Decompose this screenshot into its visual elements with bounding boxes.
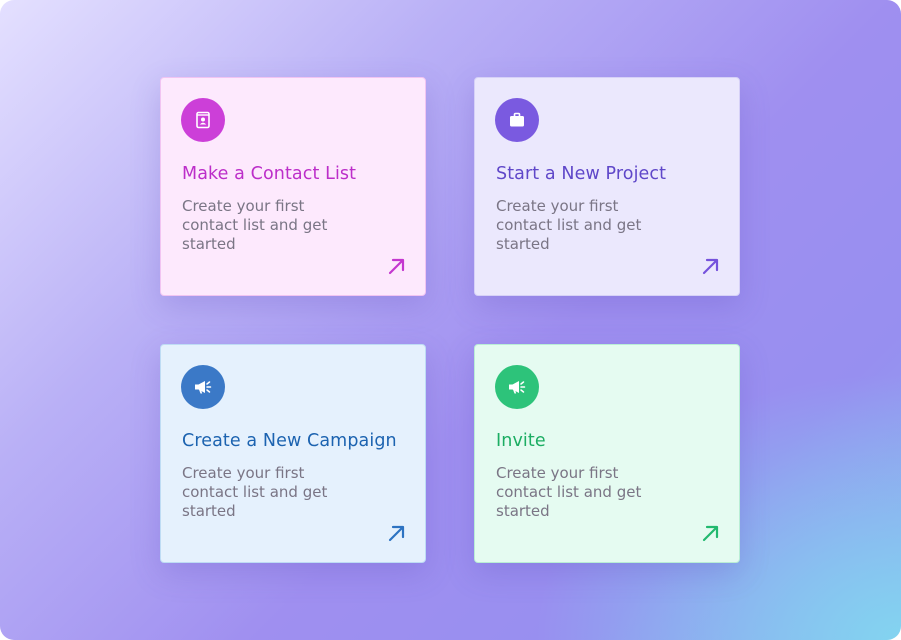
- onboarding-canvas: Make a Contact List Create your first co…: [0, 0, 901, 640]
- briefcase-icon: [495, 98, 539, 142]
- card-title: Invite: [496, 431, 546, 451]
- megaphone-icon: [181, 365, 225, 409]
- card-title: Start a New Project: [496, 164, 667, 184]
- card-invite[interactable]: Invite Create your first contact list an…: [474, 344, 740, 563]
- card-make-contact-list[interactable]: Make a Contact List Create your first co…: [160, 77, 426, 296]
- card-description: Create your first contact list and get s…: [182, 464, 328, 520]
- card-start-new-project[interactable]: Start a New Project Create your first co…: [474, 77, 740, 296]
- card-create-new-campaign[interactable]: Create a New Campaign Create your first …: [160, 344, 426, 563]
- contact-book-icon: [181, 98, 225, 142]
- card-title: Make a Contact List: [182, 164, 357, 184]
- card-description: Create your first contact list and get s…: [496, 197, 642, 253]
- arrow-up-right-icon[interactable]: [386, 255, 408, 277]
- arrow-up-right-icon[interactable]: [386, 522, 408, 544]
- arrow-up-right-icon[interactable]: [700, 255, 722, 277]
- arrow-up-right-icon[interactable]: [700, 522, 722, 544]
- card-title: Create a New Campaign: [182, 431, 397, 451]
- megaphone-icon: [495, 365, 539, 409]
- card-description: Create your first contact list and get s…: [182, 197, 328, 253]
- card-description: Create your first contact list and get s…: [496, 464, 642, 520]
